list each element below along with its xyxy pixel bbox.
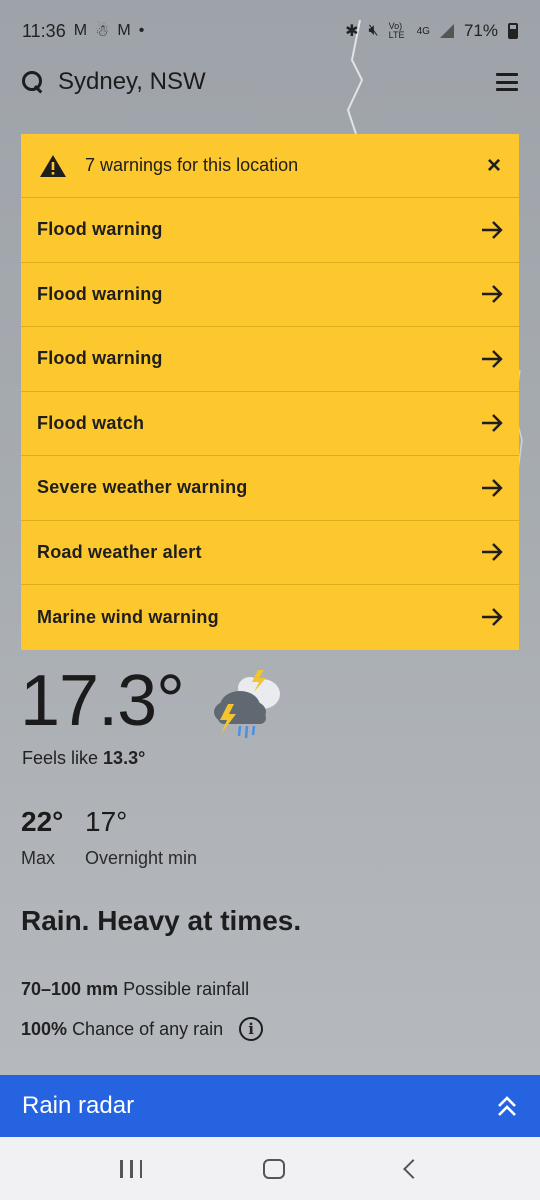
info-icon[interactable]: i [239, 1017, 264, 1041]
arrow-right-icon [482, 543, 503, 562]
4g-icon: 4G [416, 25, 430, 37]
home-icon[interactable] [262, 1158, 285, 1179]
rainfall-label: Possible rainfall [123, 979, 250, 999]
status-bar: 11:36 M ☃ M • ✱ 🔇︎ Vo) LTE 4G 71% [0, 0, 540, 62]
recent-apps-icon[interactable] [120, 1159, 143, 1178]
warning-item-severe-weather[interactable]: Severe weather warning [21, 456, 519, 521]
warnings-title: 7 warnings for this location [85, 155, 299, 175]
thunderstorm-rain-icon [214, 670, 280, 739]
battery-percent: 71% [463, 21, 498, 40]
close-icon[interactable]: × [487, 153, 501, 178]
max-label: Max [21, 848, 56, 868]
search-icon[interactable] [22, 71, 44, 93]
back-icon[interactable] [402, 1158, 423, 1179]
arrow-right-icon [482, 349, 503, 368]
app-header: Sydney, NSW [0, 62, 540, 102]
warning-label: Flood watch [37, 412, 145, 433]
min-label: Overnight min [85, 848, 198, 868]
warning-label: Marine wind warning [37, 606, 219, 627]
rain-chance-value: 100% [21, 1018, 68, 1039]
mute-icon: 🔇︎ [368, 22, 379, 39]
warning-item-marine-wind[interactable]: Marine wind warning [21, 585, 519, 650]
rain-radar-button[interactable]: Rain radar [0, 1075, 540, 1137]
warning-item-flood-warning-1[interactable]: Flood warning [21, 198, 519, 263]
bluetooth-icon: ✱ [345, 23, 359, 40]
location-title[interactable]: Sydney, NSW [58, 68, 206, 96]
clock: 11:36 [22, 20, 66, 41]
feels-like-label: Feels like [22, 748, 99, 768]
battery-icon [508, 23, 518, 39]
warning-label: Road weather alert [37, 541, 202, 562]
forecast-summary: Rain. Heavy at times. [21, 905, 302, 936]
gmail-icon: M [117, 22, 131, 39]
warning-label: Flood warning [37, 219, 163, 240]
current-temperature: 17.3° [20, 661, 185, 741]
rain-radar-label: Rain radar [22, 1092, 135, 1119]
arrow-right-icon [482, 220, 503, 239]
rainfall-value: 70–100 mm [21, 979, 119, 999]
warning-item-flood-warning-3[interactable]: Flood warning [21, 327, 519, 392]
arrow-right-icon [482, 478, 503, 497]
feels-like-value: 13.3° [103, 748, 146, 768]
warnings-header: 7 warnings for this location × [21, 134, 519, 198]
warnings-panel: 7 warnings for this location × Flood war… [21, 134, 519, 650]
warning-label: Severe weather warning [37, 477, 248, 498]
menu-icon[interactable] [496, 73, 518, 91]
warning-icon [39, 154, 67, 178]
dot-icon: • [138, 22, 145, 39]
warning-item-road-weather[interactable]: Road weather alert [21, 521, 519, 585]
arrow-right-icon [482, 608, 503, 627]
app-icon: ☃ [95, 23, 110, 40]
rainfall-row: 70–100 mm Possible rainfall [21, 979, 249, 1000]
feels-like: Feels like 13.3° [22, 748, 145, 769]
rain-chance-label: Chance of any rain [72, 1018, 224, 1039]
warning-item-flood-watch[interactable]: Flood watch [21, 392, 519, 456]
warning-item-flood-warning-2[interactable]: Flood warning [21, 263, 519, 327]
double-chevron-up-icon [498, 1096, 516, 1116]
volte-icon: Vo) LTE [388, 21, 405, 40]
status-left: 11:36 M ☃ M • [22, 21, 144, 42]
rain-chance-row: 100% Chance of any rain i [21, 1017, 264, 1041]
system-nav-bar [0, 1137, 540, 1200]
gmail-icon: M [73, 22, 88, 39]
min-temperature: 17° [85, 806, 128, 837]
status-right: ✱ 🔇︎ Vo) LTE 4G 71% [345, 21, 518, 41]
signal-icon [439, 24, 454, 38]
warning-label: Flood warning [37, 348, 163, 369]
warning-label: Flood warning [37, 283, 163, 304]
arrow-right-icon [482, 285, 503, 304]
arrow-right-icon [482, 414, 503, 433]
max-temperature: 22° [21, 806, 64, 837]
